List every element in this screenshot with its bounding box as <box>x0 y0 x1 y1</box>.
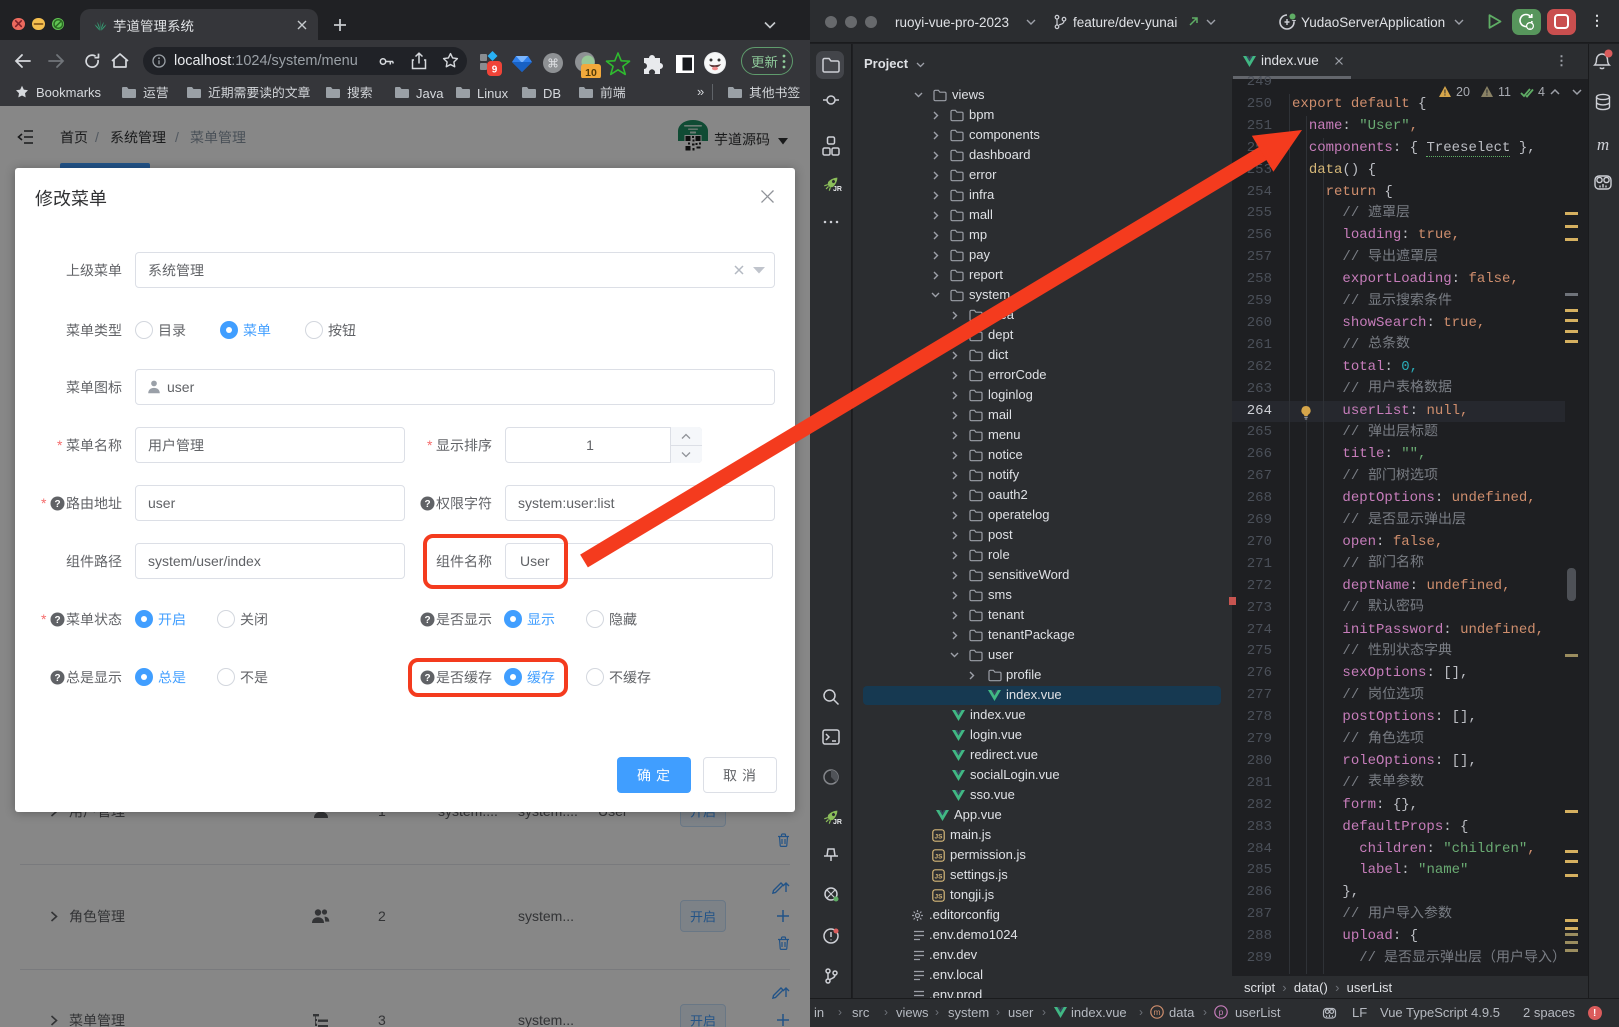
svg-text:!: ! <box>1444 88 1447 97</box>
svg-text:?: ? <box>54 615 60 626</box>
svg-text:⌘: ⌘ <box>547 57 559 71</box>
svg-text:9: 9 <box>492 65 498 76</box>
svg-text:p: p <box>1219 1007 1224 1017</box>
svg-text:!: ! <box>1486 88 1489 97</box>
svg-text:JR: JR <box>833 186 842 193</box>
svg-text:?: ? <box>54 499 60 510</box>
svg-text:JS: JS <box>935 873 944 880</box>
svg-text:JS: JS <box>935 853 944 860</box>
svg-text:?: ? <box>424 615 430 626</box>
svg-text:JR: JR <box>833 819 842 826</box>
svg-text:?: ? <box>424 499 430 510</box>
svg-text:m: m <box>1153 1007 1160 1017</box>
svg-text:m: m <box>1597 135 1609 154</box>
svg-text:JS: JS <box>935 893 944 900</box>
svg-text:?: ? <box>54 673 60 684</box>
svg-text:JS: JS <box>935 833 944 840</box>
